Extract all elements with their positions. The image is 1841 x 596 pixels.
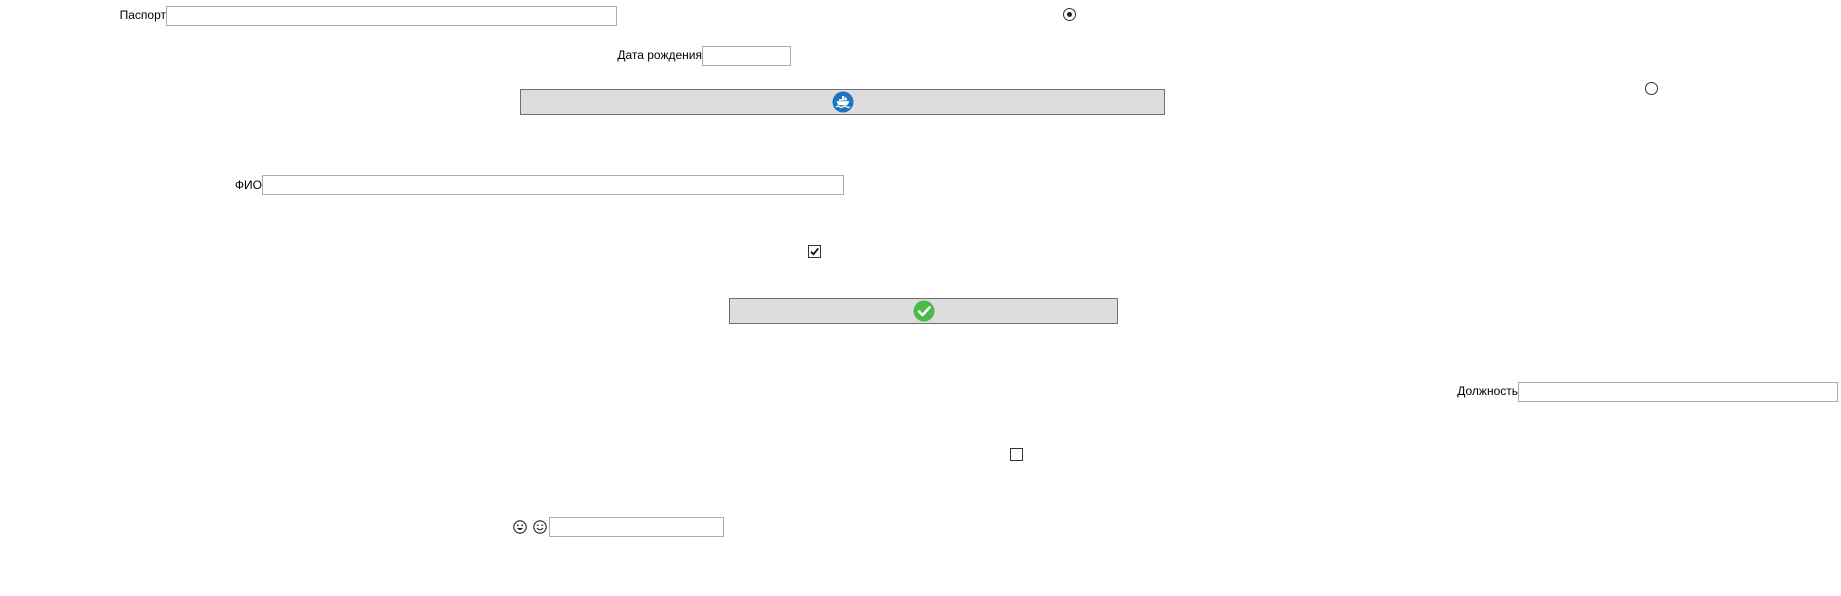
smiling-face-icon — [533, 520, 547, 534]
extra-input[interactable] — [549, 517, 724, 537]
birth-date-label: Дата рождения — [617, 48, 702, 62]
passport-label: Паспорт — [119, 8, 166, 22]
checkbox-2[interactable] — [1010, 448, 1023, 461]
cargo-ship-icon — [832, 91, 853, 113]
confirm-button[interactable] — [729, 298, 1118, 324]
full-name-input[interactable] — [262, 175, 844, 195]
birth-date-input[interactable] — [702, 46, 791, 66]
passport-input[interactable] — [166, 6, 617, 26]
grinning-face-icon — [513, 520, 527, 534]
checkbox-1[interactable] — [808, 245, 821, 258]
radio-option-2[interactable] — [1645, 82, 1658, 95]
position-input[interactable] — [1518, 382, 1838, 402]
radio-option-1[interactable] — [1063, 8, 1076, 21]
checkmark-icon — [913, 300, 934, 322]
position-label: Должность — [1457, 384, 1518, 398]
radio-selected-dot — [1067, 12, 1072, 17]
checkmark-small-icon — [810, 247, 819, 256]
ship-button[interactable] — [520, 89, 1165, 115]
full-name-label: ФИО — [234, 178, 262, 192]
